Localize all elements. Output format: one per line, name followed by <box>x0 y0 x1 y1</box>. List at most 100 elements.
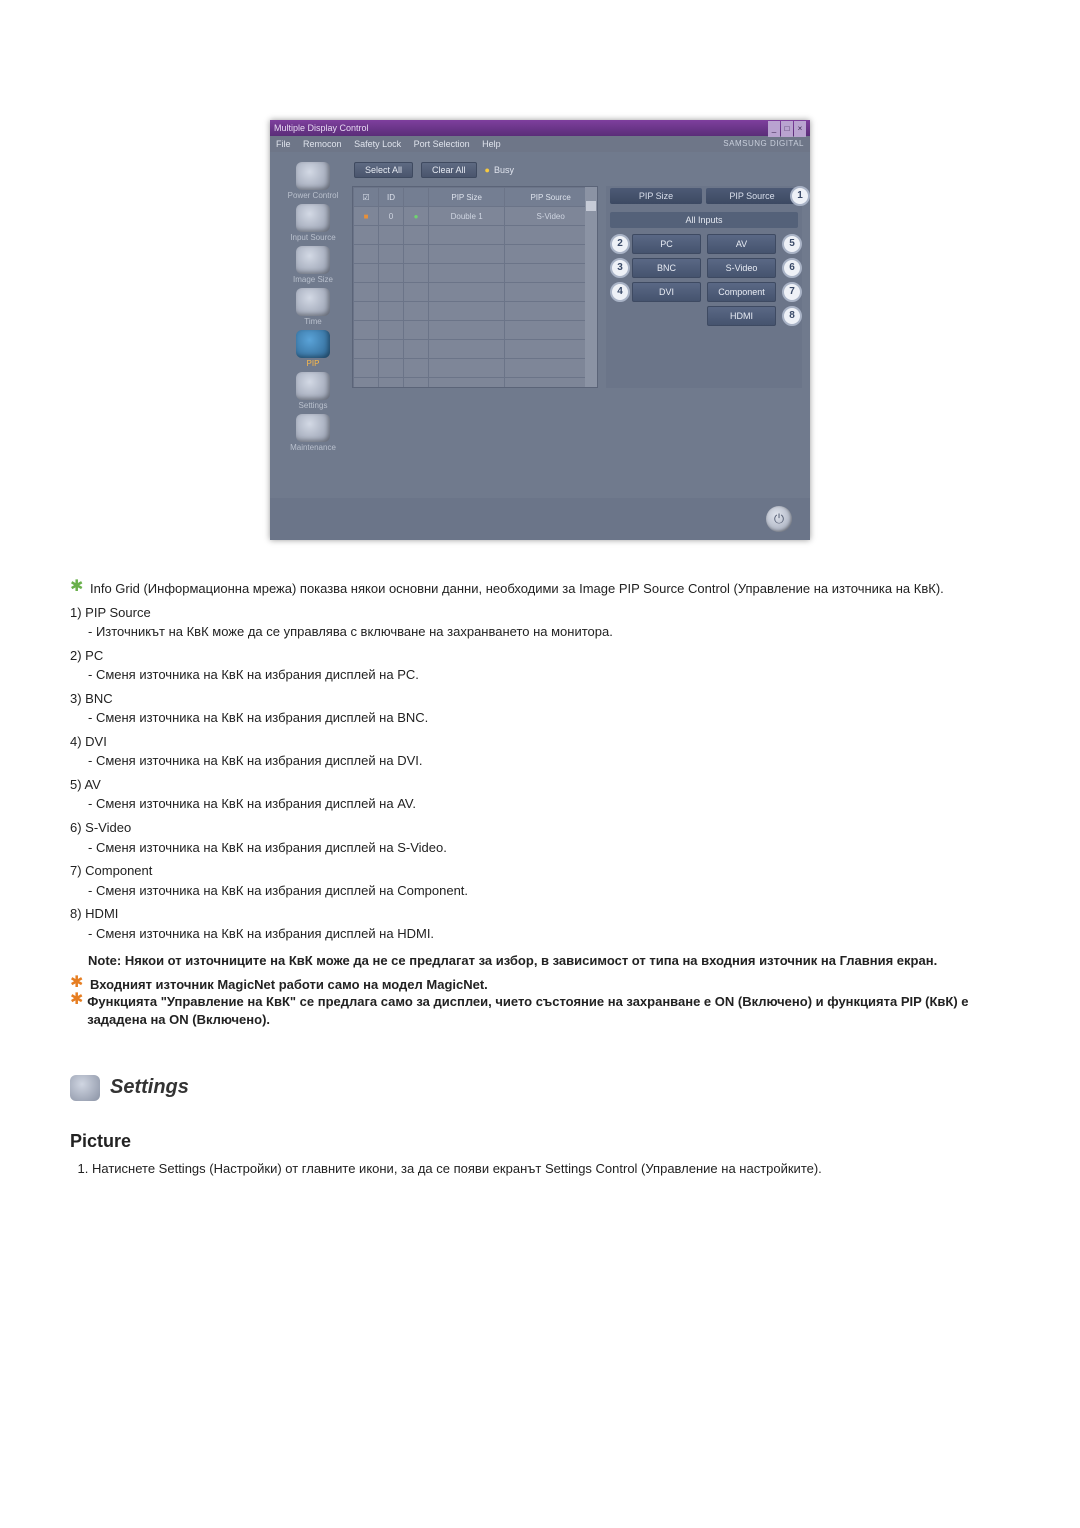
sidebar-item-settings[interactable]: Settings <box>274 372 352 410</box>
callout-6: 6 <box>782 258 802 278</box>
col-checkbox[interactable]: ☑ <box>354 188 379 207</box>
sidebar-item-label: Image Size <box>274 275 352 284</box>
svideo-button[interactable]: S-Video <box>707 258 776 278</box>
control-panel: PIP Size PIP Source 1 All Inputs 2 PC AV <box>606 186 802 388</box>
close-icon[interactable]: × <box>794 121 806 137</box>
item-2-body: - Сменя източника на КвК на избрания дис… <box>88 666 1010 684</box>
app-screenshot: Multiple Display Control _□× File Remoco… <box>270 120 810 540</box>
row-pip-source: S-Video <box>505 207 597 226</box>
item-5-head: 5) AV <box>70 777 101 792</box>
menu-file[interactable]: File <box>276 139 291 149</box>
table-row[interactable] <box>354 378 597 389</box>
sidebar-item-label: Time <box>274 317 352 326</box>
sidebar-item-label: Power Control <box>274 191 352 200</box>
sidebar-item-maintenance[interactable]: Maintenance <box>274 414 352 452</box>
callout-2: 2 <box>610 234 630 254</box>
item-3-head: 3) BNC <box>70 691 113 706</box>
note-text: Note: Някои от източниците на КвК може д… <box>88 952 1010 970</box>
item-8-head: 8) HDMI <box>70 906 118 921</box>
intro-text: Info Grid (Информационна мрежа) показва … <box>90 580 944 598</box>
callout-4: 4 <box>610 282 630 302</box>
app-footer <box>270 498 810 540</box>
hdmi-button[interactable]: HDMI <box>707 306 776 326</box>
pc-button[interactable]: PC <box>632 234 701 254</box>
sidebar-item-power-control[interactable]: Power Control <box>274 162 352 200</box>
sidebar-item-label: Input Source <box>274 233 352 242</box>
row-pip-size: Double 1 <box>429 207 505 226</box>
menu-port-selection[interactable]: Port Selection <box>414 139 470 149</box>
col-id: ID <box>379 188 404 207</box>
table-row[interactable] <box>354 302 597 321</box>
maximize-icon[interactable]: □ <box>781 121 793 137</box>
row-checkbox[interactable]: ■ <box>364 212 369 221</box>
clear-all-button[interactable]: Clear All <box>421 162 477 178</box>
grid-scrollbar[interactable] <box>585 187 597 387</box>
col-pip-source: PIP Source <box>505 188 597 207</box>
window-titlebar: Multiple Display Control _□× <box>270 120 810 136</box>
item-4-head: 4) DVI <box>70 734 107 749</box>
item-4-body: - Сменя източника на КвК на избрания дис… <box>88 752 1010 770</box>
power-button-icon[interactable] <box>766 506 792 532</box>
table-row[interactable] <box>354 321 597 340</box>
menu-remocon[interactable]: Remocon <box>303 139 342 149</box>
window-title: Multiple Display Control <box>274 120 369 136</box>
step-1: Натиснете Settings (Настройки) от главни… <box>92 1160 1010 1178</box>
item-7-body: - Сменя източника на КвК на избрания дис… <box>88 882 1010 900</box>
callout-7: 7 <box>782 282 802 302</box>
select-all-button[interactable]: Select All <box>354 162 413 178</box>
pip-size-tab[interactable]: PIP Size <box>610 188 702 204</box>
bullet-2: Функцията "Управление на КвК" се предлаг… <box>87 993 1010 1028</box>
star-icon: ✱ <box>70 993 87 1028</box>
menu-help[interactable]: Help <box>482 139 501 149</box>
dvi-button[interactable]: DVI <box>632 282 701 302</box>
settings-section-header: Settings <box>70 1074 1010 1101</box>
component-button[interactable]: Component <box>707 282 776 302</box>
steps-list: Натиснете Settings (Настройки) от главни… <box>92 1160 1010 1178</box>
item-3-body: - Сменя източника на КвК на избрания дис… <box>88 709 1010 727</box>
item-1-body: - Източникът на КвК може да се управлява… <box>88 623 1010 641</box>
pip-source-label: PIP Source <box>729 191 774 201</box>
col-pip-size: PIP Size <box>429 188 505 207</box>
callout-5: 5 <box>782 234 802 254</box>
sidebar-item-label: Maintenance <box>274 443 352 452</box>
bullet-1: Входният източник MagicNet работи само н… <box>90 976 488 994</box>
maintenance-icon <box>296 414 330 442</box>
bnc-button[interactable]: BNC <box>632 258 701 278</box>
table-row[interactable] <box>354 226 597 245</box>
table-row[interactable]: ■ 0 ● Double 1 S-Video <box>354 207 597 226</box>
item-2-head: 2) PC <box>70 648 103 663</box>
sidebar-item-time[interactable]: Time <box>274 288 352 326</box>
menu-safety-lock[interactable]: Safety Lock <box>354 139 401 149</box>
table-row[interactable] <box>354 245 597 264</box>
table-row[interactable] <box>354 359 597 378</box>
pip-source-tab[interactable]: PIP Source 1 <box>706 188 798 204</box>
minimize-icon[interactable]: _ <box>768 121 780 137</box>
busy-indicator: Busy <box>485 165 514 175</box>
sidebar-item-label: Settings <box>274 401 352 410</box>
item-1-head: 1) PIP Source <box>70 605 151 620</box>
menubar: File Remocon Safety Lock Port Selection … <box>270 136 810 152</box>
row-id: 0 <box>379 207 404 226</box>
status-dot-icon: ● <box>414 212 419 221</box>
window-controls: _□× <box>767 120 806 136</box>
item-5-body: - Сменя източника на КвК на избрания дис… <box>88 795 1010 813</box>
document-body: ✱ Info Grid (Информационна мрежа) показв… <box>70 580 1010 1177</box>
time-icon <box>296 288 330 316</box>
av-button[interactable]: AV <box>707 234 776 254</box>
settings-section-icon <box>70 1075 100 1101</box>
sidebar-item-input-source[interactable]: Input Source <box>274 204 352 242</box>
callout-1: 1 <box>790 186 810 206</box>
item-8-body: - Сменя източника на КвК на избрания дис… <box>88 925 1010 943</box>
power-control-icon <box>296 162 330 190</box>
sidebar-item-image-size[interactable]: Image Size <box>274 246 352 284</box>
sidebar-item-pip[interactable]: PIP <box>274 330 352 368</box>
picture-heading: Picture <box>70 1129 1010 1153</box>
item-7-head: 7) Component <box>70 863 152 878</box>
pip-icon <box>296 330 330 358</box>
callout-3: 3 <box>610 258 630 278</box>
table-row[interactable] <box>354 264 597 283</box>
table-row[interactable] <box>354 283 597 302</box>
table-row[interactable] <box>354 340 597 359</box>
col-status <box>404 188 429 207</box>
item-6-head: 6) S-Video <box>70 820 131 835</box>
